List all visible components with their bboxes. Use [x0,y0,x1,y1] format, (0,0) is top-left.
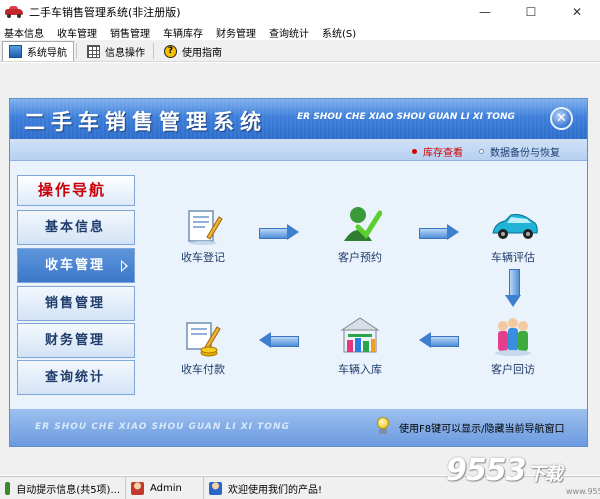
info-icon [5,481,11,495]
flow-vehicle-storage[interactable]: 车辆入库 [325,314,395,377]
help-icon: ? [164,44,177,58]
tab-system-navigation[interactable]: 系统导航 [2,41,74,61]
tab-user-guide[interactable]: ? 使用指南 [158,41,228,61]
flow-label: 车辆入库 [338,363,382,376]
flow-arrow-right-icon [419,224,459,240]
site-watermark: 9553 下载 [446,453,563,488]
toolbar: 系统导航 信息操作 ? 使用指南 [0,40,600,62]
navigation-icon [9,45,22,58]
watermark-url: www.9553.com [566,487,600,496]
lightbulb-icon [375,417,391,437]
navigation-panel: 二手车销售管理系统 ER SHOU CHE XIAO SHOU GUAN LI … [9,98,588,447]
nav-item-sales-management[interactable]: 销售管理 [17,286,135,321]
tab-label: 信息操作 [105,47,145,59]
flow-purchase-payment[interactable]: 收车付款 [168,319,238,377]
menu-purchase-management[interactable]: 收车管理 [54,25,100,40]
menu-sales-management[interactable]: 销售管理 [107,25,153,40]
status-user-text: Admin [150,482,182,494]
warehouse-icon [338,314,382,357]
f8-hint-text: 使用F8键可以显示/隐藏当前导航窗口 [399,423,565,435]
close-button[interactable]: ✕ [554,0,600,24]
panel-header: 二手车销售管理系统 ER SHOU CHE XIAO SHOU GUAN LI … [10,99,587,139]
inventory-link[interactable]: 库存查看 [412,144,463,159]
play-arrow-icon [121,260,128,272]
bullet-icon [479,149,484,154]
nav-item-purchase-management[interactable]: 收车管理 [17,248,135,283]
nav-title: 操作导航 [17,175,135,206]
panel-subbar: 库存查看 数据备份与恢复 [10,139,587,161]
status-welcome-text: 欢迎使用我们的产品! [228,484,323,496]
toolbar-divider [76,43,77,59]
panel-close-button[interactable]: ✕ [550,107,573,130]
status-info[interactable]: 自动提示信息(共5项)... [0,476,126,499]
menu-basic-info[interactable]: 基本信息 [0,25,47,40]
flow-customer-appointment[interactable]: 客户预约 [325,201,395,265]
user-icon [209,481,222,495]
status-welcome: 欢迎使用我们的产品! [204,477,327,499]
backup-link-label: 数据备份与恢复 [490,148,560,159]
menu-system[interactable]: 系统(S) [319,25,359,40]
flow-arrow-down-icon [505,269,521,307]
customers-group-icon [491,314,535,357]
menu-bar: 基本信息 收车管理 销售管理 车辆库存 财务管理 查询统计 系统(S) [0,24,600,40]
menu-vehicle-inventory[interactable]: 车辆库存 [160,25,206,40]
status-user: Admin [126,476,204,499]
bullet-icon [412,149,417,154]
flow-label: 收车登记 [181,251,225,264]
maximize-button[interactable]: ☐ [508,0,554,24]
panel-title: 二手车销售管理系统 [24,110,267,134]
watermark-text: 9553 [446,453,526,488]
grid-icon [87,44,100,58]
panel-pinyin: ER SHOU CHE XIAO SHOU GUAN LI XI TONG [297,112,515,122]
customer-check-icon [338,201,383,245]
window-controls: — ☐ ✕ [462,0,600,24]
flow-purchase-registration[interactable]: 收车登记 [168,207,238,265]
registration-form-icon [181,207,225,245]
flow-arrow-right-icon [259,224,299,240]
flow-label: 收车付款 [181,363,225,376]
status-info-text: 自动提示信息(共5项)... [16,484,120,496]
nav-item-label: 收车管理 [45,258,106,273]
watermark-suffix: 下载 [527,464,563,485]
flow-customer-follow-up[interactable]: 客户回访 [478,314,548,377]
menu-query-statistics[interactable]: 查询统计 [266,25,312,40]
nav-item-basic-info[interactable]: 基本信息 [17,210,135,245]
title-bar: 二手车销售管理系统(非注册版) — ☐ ✕ [0,0,600,24]
user-icon [131,481,144,495]
main-area: 二手车销售管理系统 ER SHOU CHE XIAO SHOU GUAN LI … [0,63,600,475]
window-title: 二手车销售管理系统(非注册版) [29,6,181,19]
flow-vehicle-assessment[interactable]: 车辆评估 [478,207,548,265]
backup-restore-link[interactable]: 数据备份与恢复 [479,144,560,159]
tab-label: 系统导航 [27,48,67,59]
menu-finance-management[interactable]: 财务管理 [213,25,259,40]
minimize-button[interactable]: — [462,0,508,24]
flow-label: 客户预约 [338,251,382,264]
tab-label: 使用指南 [182,47,222,59]
tab-info-operations[interactable]: 信息操作 [81,41,151,61]
operation-nav: 操作导航 基本信息 收车管理 销售管理 财务管理 查询统计 [17,175,135,395]
inventory-link-label: 库存查看 [423,148,463,159]
payment-coins-icon [181,319,225,357]
car-icon [491,207,538,245]
nav-item-query-statistics[interactable]: 查询统计 [17,360,135,395]
flow-arrow-left-icon [259,332,299,348]
flow-arrow-left-icon [419,332,459,348]
flow-label: 客户回访 [491,363,535,376]
toolbar-divider [153,43,154,59]
f8-hint: 使用F8键可以显示/隐藏当前导航窗口 [375,417,564,437]
nav-item-finance-management[interactable]: 财务管理 [17,323,135,358]
car-app-icon [5,6,23,18]
panel-footer: ER SHOU CHE XIAO SHOU GUAN LI XI TONG 使用… [10,409,587,446]
flow-label: 车辆评估 [491,251,535,264]
footer-pinyin: ER SHOU CHE XIAO SHOU GUAN LI XI TONG [35,422,290,432]
